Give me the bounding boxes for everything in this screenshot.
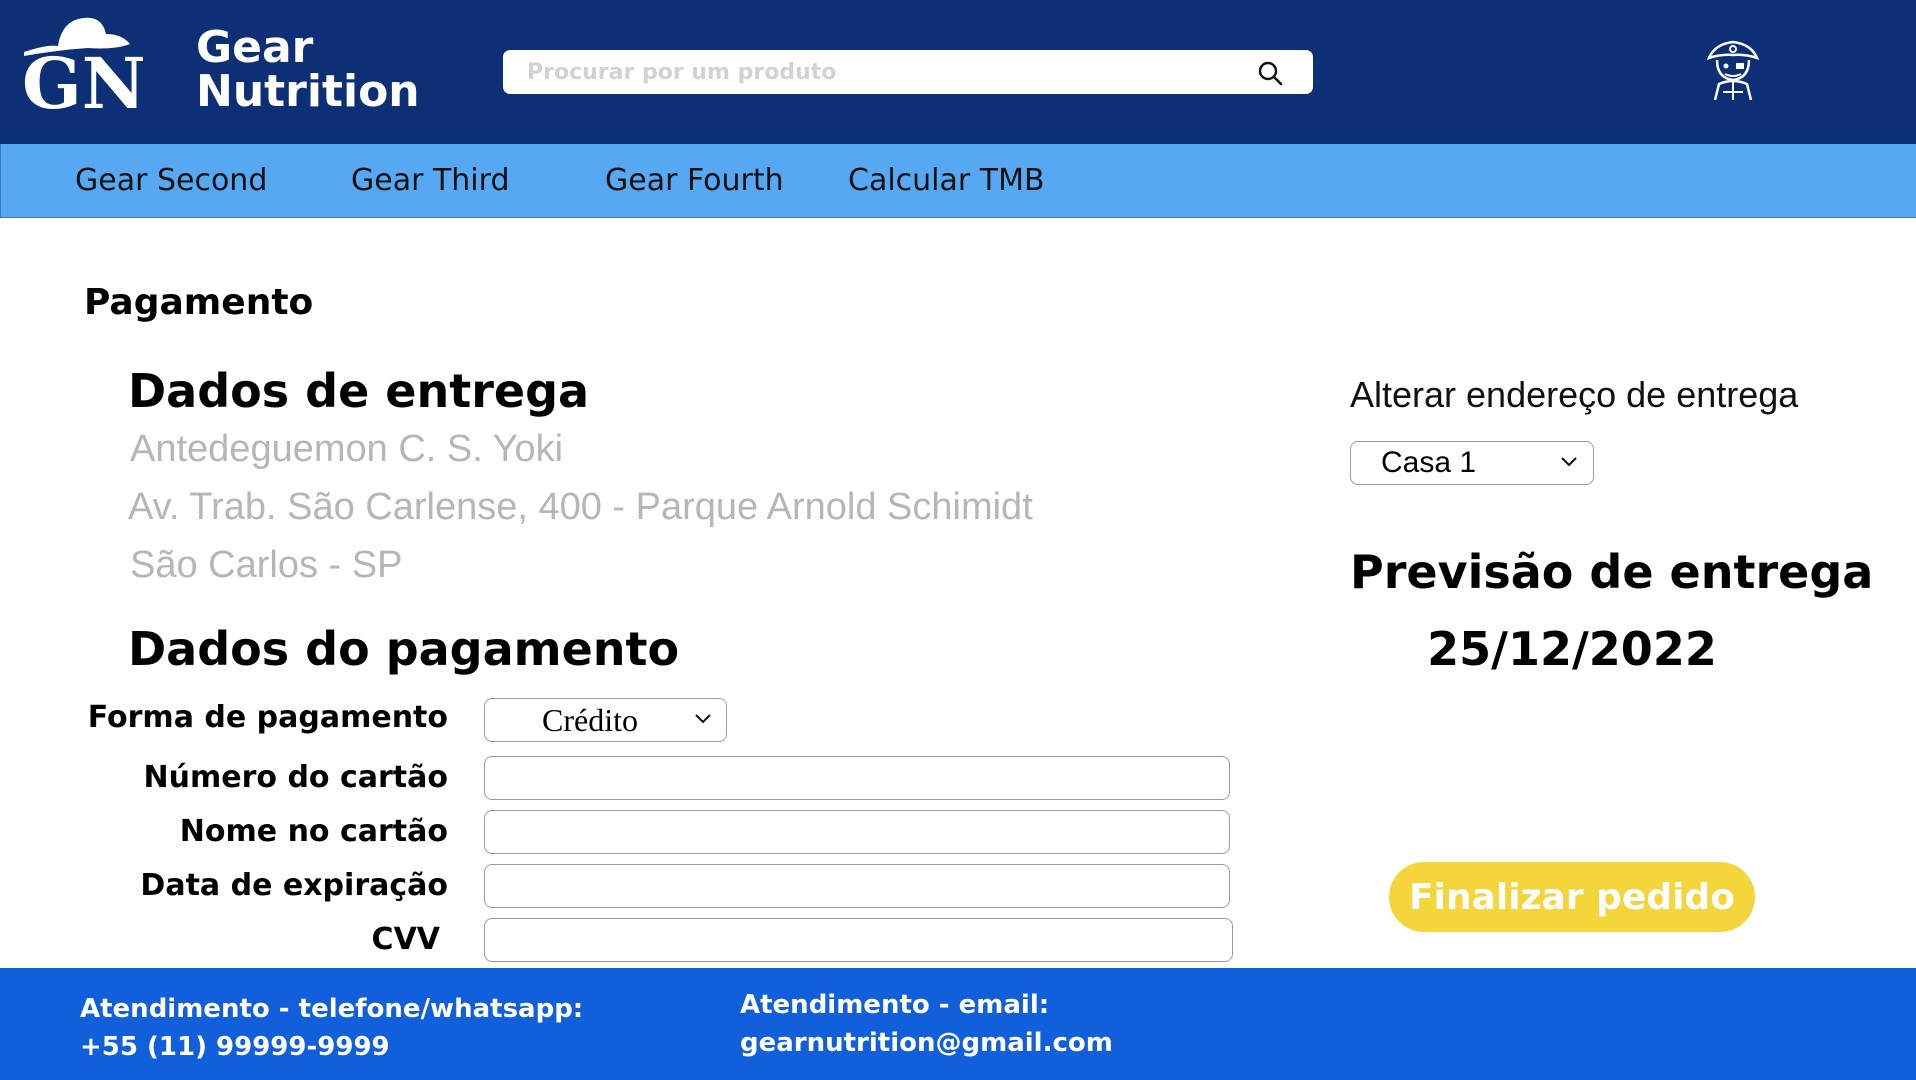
payment-method-label: Forma de pagamento xyxy=(87,700,448,735)
search-bar[interactable] xyxy=(503,50,1313,94)
footer-phone-value[interactable]: +55 (11) 99999-9999 xyxy=(80,1028,390,1066)
delivery-city: São Carlos - SP xyxy=(130,544,403,586)
nav-item-gear-third[interactable]: Gear Third xyxy=(351,144,509,218)
expiry-field[interactable] xyxy=(484,864,1230,908)
nav-item-gear-fourth[interactable]: Gear Fourth xyxy=(605,144,784,218)
main-nav: Gear Second Gear Third Gear Fourth Calcu… xyxy=(0,144,1916,218)
card-name-field[interactable] xyxy=(484,810,1230,854)
delivery-forecast-title: Previsão de entrega xyxy=(1350,545,1874,599)
brand-name: Gear Nutrition xyxy=(196,26,420,114)
delivery-name: Antedeguemon C. S. Yoki xyxy=(130,428,564,470)
footer-email-value[interactable]: gearnutrition@gmail.com xyxy=(740,1024,1113,1062)
address-select[interactable]: Casa 1 xyxy=(1350,441,1594,485)
footer-phone-label: Atendimento - telefone/whatsapp: xyxy=(80,994,584,1024)
card-name-label: Nome no cartão xyxy=(179,814,448,849)
payment-section-title: Dados do pagamento xyxy=(128,622,680,676)
expiry-label: Data de expiração xyxy=(140,868,448,903)
delivery-forecast-date: 25/12/2022 xyxy=(1427,622,1717,676)
finalize-order-button[interactable]: Finalizar pedido xyxy=(1389,862,1755,932)
brand-line-2: Nutrition xyxy=(196,66,420,117)
logo-text: GN xyxy=(22,42,146,114)
payment-method-value: Crédito xyxy=(542,702,638,738)
delivery-street: Av. Trab. São Carlense, 400 - Parque Arn… xyxy=(128,486,1033,528)
address-select-value: Casa 1 xyxy=(1381,446,1477,479)
footer-email-label: Atendimento - email: xyxy=(740,990,1050,1020)
gn-logo[interactable]: GN xyxy=(18,14,178,125)
card-number-field[interactable] xyxy=(484,756,1230,800)
search-icon[interactable] xyxy=(1257,60,1283,86)
chevron-down-icon xyxy=(695,714,711,724)
brand-line-1: Gear xyxy=(196,22,314,73)
chevron-down-icon xyxy=(1561,457,1577,467)
payment-method-select[interactable]: Crédito xyxy=(484,698,727,742)
cvv-field[interactable] xyxy=(484,918,1233,962)
nav-item-gear-second[interactable]: Gear Second xyxy=(75,144,267,218)
page-title: Pagamento xyxy=(84,282,314,323)
search-input[interactable] xyxy=(527,50,1247,94)
site-footer: Atendimento - telefone/whatsapp: +55 (11… xyxy=(0,968,1916,1080)
cvv-label: CVV xyxy=(371,922,440,957)
card-number-label: Número do cartão xyxy=(143,760,448,795)
pirate-avatar-icon[interactable] xyxy=(1705,38,1761,102)
nav-item-calcular-tmb[interactable]: Calcular TMB xyxy=(848,144,1045,218)
change-address-label: Alterar endereço de entrega xyxy=(1350,374,1799,415)
delivery-section-title: Dados de entrega xyxy=(128,364,590,418)
site-header: GN Gear Nutrition xyxy=(0,0,1916,144)
